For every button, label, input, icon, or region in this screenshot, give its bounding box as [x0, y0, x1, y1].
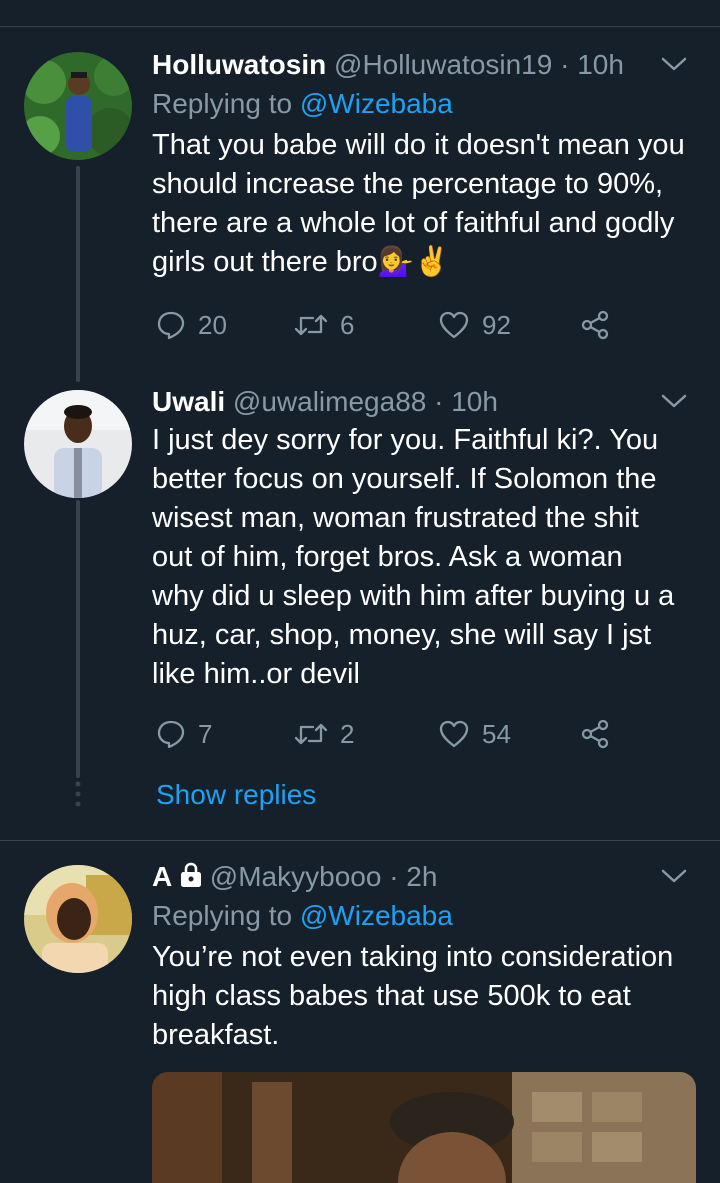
share-icon	[581, 719, 609, 749]
tweet-text-line: That you babe will do it doesn't mean yo…	[152, 129, 685, 161]
tweet-media[interactable]	[152, 1072, 696, 1183]
lock-icon	[181, 862, 202, 887]
tweet-header: Holluwatosin @Holluwatosin19 · 10h	[152, 48, 700, 82]
tweet-text-line: girls out there bro💁‍♀️✌️	[152, 246, 450, 278]
avatar[interactable]	[24, 865, 132, 973]
tweet-text-line: You’re not even taking into consideratio…	[152, 941, 674, 973]
tweet-header: A @Makyybooo · 2h	[152, 860, 700, 894]
avatar-photo	[24, 865, 132, 973]
tweet-text-line: why did u sleep with him after buying u …	[152, 580, 675, 612]
separator-dot: ·	[389, 861, 399, 892]
tweet-text: That you babe will do it doesn't mean yo…	[152, 126, 700, 282]
replying-to: Replying to @Wizebaba	[152, 84, 700, 124]
timeline: Holluwatosin @Holluwatosin19 · 10h Reply…	[0, 0, 720, 1183]
tweet-divider	[0, 840, 720, 841]
replying-prefix: Replying to	[152, 900, 293, 931]
avatar[interactable]	[24, 390, 132, 498]
like-button[interactable]: 92	[438, 305, 511, 345]
display-name[interactable]: A	[152, 861, 172, 892]
media-image	[152, 1072, 696, 1183]
tweet-actions: 7 2 54	[152, 714, 632, 754]
reply-button[interactable]: 7	[156, 714, 212, 754]
tweet-text-line: I just dey sorry for you. Faithful ki?. …	[152, 424, 659, 456]
mention-link[interactable]: @Wizebaba	[300, 88, 453, 119]
chevron-down-icon[interactable]	[660, 54, 688, 74]
tweet-text-line: there are a whole lot of faithful and go…	[152, 207, 675, 239]
tweet-text-line: high class babes that use 500k to eat	[152, 980, 631, 1012]
tweet-text-line: out of him, forget bros. Ask a woman	[152, 541, 623, 573]
replying-prefix: Replying to	[152, 88, 293, 119]
timestamp[interactable]: 10h	[577, 49, 624, 80]
top-divider	[0, 26, 720, 27]
tweet-text-line: better focus on yourself. If Solomon the	[152, 463, 657, 495]
retweet-button[interactable]: 6	[294, 305, 354, 345]
retweet-count: 2	[340, 719, 355, 749]
like-count: 54	[482, 719, 511, 749]
replying-to: Replying to @Wizebaba	[152, 896, 700, 936]
reply-count: 20	[198, 310, 227, 340]
retweet-count: 6	[340, 310, 355, 340]
timestamp[interactable]: 10h	[451, 386, 498, 417]
tweet-content: Holluwatosin @Holluwatosin19 · 10h Reply…	[152, 48, 700, 282]
separator-dot: ·	[560, 49, 570, 80]
share-button[interactable]	[580, 305, 610, 345]
retweet-button[interactable]: 2	[294, 714, 354, 754]
display-name[interactable]: Uwali	[152, 386, 225, 417]
tweet-header: Uwali @uwalimega88 · 10h	[152, 385, 700, 419]
tweet-text: You’re not even taking into consideratio…	[152, 938, 700, 1055]
tweet-text-line: should increase the percentage to 90%,	[152, 168, 664, 200]
tweet-text-line: wisest man, woman frustrated the shit	[152, 502, 639, 534]
thread-line	[76, 166, 80, 382]
tweet-actions: 20 6 92	[152, 305, 632, 345]
reply-icon	[157, 311, 185, 340]
reply-icon	[157, 720, 185, 749]
share-button[interactable]	[580, 714, 610, 754]
display-name[interactable]: Holluwatosin	[152, 49, 326, 80]
user-handle[interactable]: @Makyybooo	[210, 861, 382, 892]
tweet-content: A @Makyybooo · 2h Replying to @Wizebaba …	[152, 860, 700, 1055]
retweet-icon	[294, 314, 328, 336]
avatar-photo	[24, 52, 132, 160]
retweet-icon	[294, 723, 328, 745]
heart-icon	[439, 720, 469, 748]
user-handle[interactable]: @Holluwatosin19	[334, 49, 552, 80]
show-replies-link[interactable]: Show replies	[156, 778, 316, 812]
thread-line	[76, 500, 80, 778]
user-handle[interactable]: @uwalimega88	[233, 386, 426, 417]
tweet-content: Uwali @uwalimega88 · 10h I just dey sorr…	[152, 385, 700, 694]
chevron-down-icon[interactable]	[660, 391, 688, 411]
reply-button[interactable]: 20	[156, 305, 227, 345]
tweet-text-line: like him..or devil	[152, 658, 360, 690]
more-dots-icon	[75, 781, 81, 807]
like-button[interactable]: 54	[438, 714, 511, 754]
share-icon	[581, 310, 609, 340]
avatar[interactable]	[24, 52, 132, 160]
mention-link[interactable]: @Wizebaba	[300, 900, 453, 931]
reply-count: 7	[198, 719, 213, 749]
tweet-text: I just dey sorry for you. Faithful ki?. …	[152, 421, 700, 694]
avatar-photo	[24, 390, 132, 498]
tweet-text-line: huz, car, shop, money, she will say I js…	[152, 619, 652, 651]
separator-dot: ·	[434, 386, 444, 417]
heart-icon	[439, 311, 469, 339]
tweet-text-line: breakfast.	[152, 1019, 280, 1051]
like-count: 92	[482, 310, 511, 340]
timestamp[interactable]: 2h	[406, 861, 437, 892]
chevron-down-icon[interactable]	[660, 866, 688, 886]
